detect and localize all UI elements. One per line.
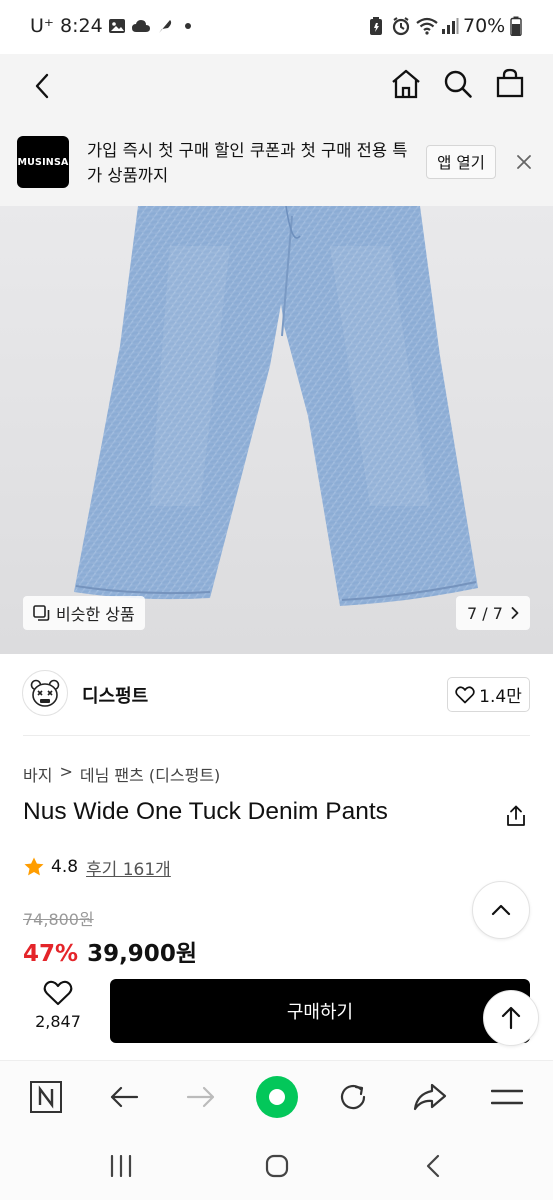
open-app-button[interactable]: 앱 열기 [426, 145, 496, 179]
brand-like-count: 1.4만 [479, 687, 522, 707]
browser-back-icon[interactable] [100, 1074, 148, 1120]
dot-icon [184, 15, 192, 37]
battery-icon [510, 15, 522, 37]
chevron-right-icon [511, 607, 519, 619]
rating-value: 4.8 [51, 857, 79, 877]
breadcrumb: 바지 > 데님 팬츠 (디스펑트) [23, 762, 220, 786]
carrier-label: U⁺ [30, 15, 54, 37]
review-link[interactable]: 후기 161개 [86, 855, 171, 880]
wish-button[interactable]: 2,847 [23, 980, 93, 1042]
divider [23, 735, 530, 736]
wish-count: 2,847 [35, 1012, 81, 1031]
gallery-icon [108, 15, 126, 37]
battery-percent: 70% [463, 15, 506, 37]
buy-button[interactable]: 구매하기 [110, 979, 530, 1043]
feather-icon [156, 15, 174, 37]
original-price: 74,800원 [23, 910, 94, 929]
breadcrumb-category[interactable]: 바지 [23, 762, 52, 786]
app-install-banner: MUSINSA 가입 즉시 첫 구매 할인 쿠폰과 첫 구매 전용 특가 상품까… [0, 118, 553, 206]
scroll-collapse-button[interactable] [472, 881, 530, 939]
breadcrumb-subcategory[interactable]: 데님 팬츠 (디스펑트) [80, 762, 220, 786]
heart-icon [43, 980, 73, 1006]
similar-products-button[interactable]: 비슷한 상품 [23, 596, 145, 630]
product-title: Nus Wide One Tuck Denim Pants [23, 798, 388, 825]
naver-n-icon[interactable] [22, 1074, 70, 1120]
denim-pants-image [74, 206, 478, 606]
star-icon [23, 856, 45, 878]
system-back-icon[interactable] [418, 1152, 448, 1180]
recent-apps-icon[interactable] [106, 1153, 136, 1179]
chevron-up-icon [491, 904, 511, 916]
shopping-bag-icon[interactable] [492, 63, 528, 103]
banner-message: 가입 즉시 첫 구매 할인 쿠폰과 첫 구매 전용 특가 상품까지 [87, 141, 408, 185]
breadcrumb-separator: > [59, 762, 73, 781]
home-button-icon[interactable] [262, 1152, 292, 1180]
system-navigation-bar [0, 1134, 553, 1200]
heart-outline-icon [455, 685, 475, 704]
scroll-top-button[interactable] [483, 990, 539, 1046]
image-counter[interactable]: 7 / 7 [456, 596, 530, 630]
similar-icon [33, 604, 50, 622]
cloud-icon [131, 15, 151, 37]
brand-avatar[interactable] [22, 670, 68, 716]
back-icon[interactable] [26, 66, 58, 106]
share-icon[interactable] [500, 800, 532, 832]
menu-icon[interactable] [483, 1074, 531, 1120]
arrow-up-icon [501, 1006, 521, 1030]
refresh-icon[interactable] [329, 1074, 377, 1120]
wifi-icon [415, 15, 439, 37]
alarm-icon [391, 15, 411, 37]
price-row: 47% 39,900원 [23, 934, 197, 968]
bear-logo-icon [30, 679, 60, 707]
clock: 8:24 [60, 15, 103, 37]
browser-home-icon[interactable] [253, 1074, 301, 1120]
share-browser-icon[interactable] [406, 1074, 454, 1120]
status-bar: U⁺ 8:24 70% [0, 0, 553, 54]
brand-like-button[interactable]: 1.4만 [447, 677, 530, 712]
discount-rate: 47% [23, 941, 79, 967]
home-icon[interactable] [388, 64, 424, 104]
counter-label: 7 / 7 [467, 603, 503, 623]
signal-icon [441, 15, 459, 37]
musinsa-logo: MUSINSA [17, 136, 69, 188]
close-icon[interactable] [510, 148, 538, 176]
top-navigation [0, 54, 553, 118]
rating-row: 4.8 후기 161개 [23, 855, 171, 880]
battery-saver-icon [368, 15, 384, 37]
product-image[interactable]: 비슷한 상품 7 / 7 [0, 206, 553, 654]
brand-name[interactable]: 디스펑트 [82, 682, 148, 708]
search-icon[interactable] [440, 64, 476, 104]
browser-forward-icon [177, 1074, 225, 1120]
sale-price: 39,900원 [87, 941, 197, 967]
similar-label: 비슷한 상품 [56, 605, 135, 624]
